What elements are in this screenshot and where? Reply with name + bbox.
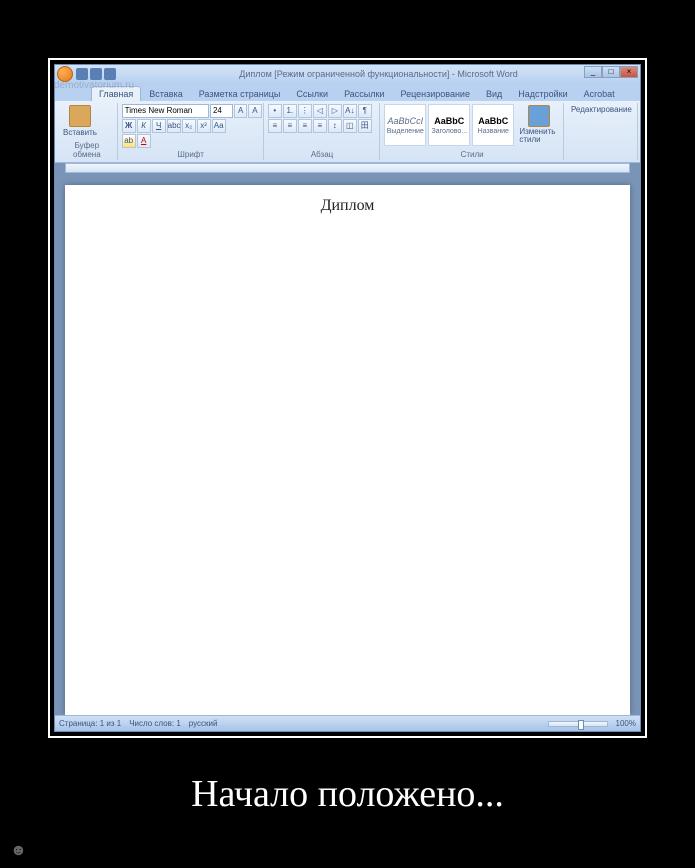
group-paragraph-label: Абзац — [268, 149, 377, 159]
document-page[interactable]: Диплом — [65, 185, 630, 715]
close-button[interactable]: × — [620, 66, 638, 78]
zoom-thumb[interactable] — [578, 720, 584, 730]
change-case-button[interactable]: Aa — [212, 119, 226, 133]
change-styles-icon — [528, 105, 550, 127]
minimize-button[interactable]: _ — [584, 66, 602, 78]
ribbon: Вставить Буфер обмена Times New Roman 24… — [55, 101, 640, 163]
subscript-button[interactable]: x₂ — [182, 119, 196, 133]
site-icon: ☻ — [10, 842, 27, 860]
tab-view[interactable]: Вид — [478, 86, 510, 101]
numbering-button[interactable]: 1. — [283, 104, 297, 118]
office-button[interactable] — [57, 66, 73, 82]
bullets-button[interactable]: • — [268, 104, 282, 118]
window-controls: _ □ × — [584, 66, 638, 78]
line-spacing-button[interactable]: ↕ — [328, 119, 342, 133]
group-clipboard: Вставить Буфер обмена — [57, 103, 118, 160]
status-words[interactable]: Число слов: 1 — [129, 719, 181, 728]
highlight-button[interactable]: ab — [122, 134, 136, 148]
maximize-button[interactable]: □ — [602, 66, 620, 78]
font-size-select[interactable]: 24 — [210, 104, 233, 118]
horizontal-ruler[interactable] — [65, 163, 630, 173]
italic-button[interactable]: К — [137, 119, 151, 133]
ribbon-tabs: Главная Вставка Разметка страницы Ссылки… — [55, 83, 640, 101]
multilevel-list-button[interactable]: ⋮ — [298, 104, 312, 118]
grow-font-button[interactable]: A — [234, 104, 247, 118]
group-editing-label — [568, 158, 634, 159]
tab-review[interactable]: Рецензирование — [392, 86, 478, 101]
font-family-select[interactable]: Times New Roman — [122, 104, 209, 118]
status-page[interactable]: Страница: 1 из 1 — [59, 719, 121, 728]
style-title[interactable]: AaBbC Название — [472, 104, 514, 146]
tab-references[interactable]: Ссылки — [288, 86, 336, 101]
align-right-button[interactable]: ≡ — [298, 119, 312, 133]
undo-icon[interactable] — [90, 68, 102, 80]
tab-addins[interactable]: Надстройки — [510, 86, 575, 101]
group-styles-label: Стили — [384, 149, 560, 159]
tab-home[interactable]: Главная — [91, 86, 141, 101]
quick-access-toolbar — [76, 68, 116, 80]
paste-label: Вставить — [63, 128, 97, 137]
align-left-button[interactable]: ≡ — [268, 119, 282, 133]
status-zoom[interactable]: 100% — [616, 719, 636, 728]
change-styles-label: Изменить стили — [519, 128, 559, 144]
style-preview: AaBbC — [478, 116, 508, 126]
statusbar: Страница: 1 из 1 Число слов: 1 русский 1… — [55, 715, 640, 731]
paste-button[interactable]: Вставить — [60, 104, 100, 138]
status-language[interactable]: русский — [189, 719, 218, 728]
tab-insert[interactable]: Вставка — [141, 86, 190, 101]
editing-label: Редактирование — [571, 105, 632, 114]
demotivator-frame: Диплом [Режим ограниченной функционально… — [48, 58, 647, 738]
strikethrough-button[interactable]: abc — [167, 119, 181, 133]
style-label: Заголово... — [431, 128, 467, 135]
group-styles: AaBbCcI Выделение AaBbC Заголово... AaBb… — [381, 103, 564, 160]
style-label: Выделение — [387, 128, 424, 135]
save-icon[interactable] — [76, 68, 88, 80]
style-preview: AaBbC — [434, 116, 464, 126]
titlebar: Диплом [Режим ограниченной функционально… — [55, 65, 640, 83]
paste-icon — [69, 105, 91, 127]
group-clipboard-label: Буфер обмена — [60, 140, 114, 159]
show-marks-button[interactable]: ¶ — [358, 104, 372, 118]
editing-button[interactable]: Редактирование — [568, 104, 635, 115]
word-window: Диплом [Режим ограниченной функционально… — [54, 64, 641, 732]
style-heading[interactable]: AaBbC Заголово... — [428, 104, 470, 146]
group-font: Times New Roman 24 A A Ж К Ч abc x₂ x² — [119, 103, 264, 160]
increase-indent-button[interactable]: ▷ — [328, 104, 342, 118]
group-paragraph: • 1. ⋮ ◁ ▷ A↓ ¶ ≡ ≡ ≡ ≡ — [265, 103, 381, 160]
align-center-button[interactable]: ≡ — [283, 119, 297, 133]
tab-acrobat[interactable]: Acrobat — [576, 86, 623, 101]
group-font-label: Шрифт — [122, 149, 260, 159]
borders-button[interactable]: 田 — [358, 119, 372, 133]
superscript-button[interactable]: x² — [197, 119, 211, 133]
zoom-slider[interactable] — [548, 721, 608, 727]
style-emphasis[interactable]: AaBbCcI Выделение — [384, 104, 426, 146]
style-preview: AaBbCcI — [388, 116, 424, 126]
redo-icon[interactable] — [104, 68, 116, 80]
document-title-text: Диплом — [77, 197, 618, 215]
decrease-indent-button[interactable]: ◁ — [313, 104, 327, 118]
styles-gallery: AaBbCcI Выделение AaBbC Заголово... AaBb… — [384, 104, 514, 146]
shrink-font-button[interactable]: A — [248, 104, 261, 118]
style-label: Название — [478, 128, 509, 135]
demotivator-caption: Начало положено... — [0, 772, 695, 816]
window-title: Диплом [Режим ограниченной функционально… — [119, 69, 638, 79]
underline-button[interactable]: Ч — [152, 119, 166, 133]
tab-layout[interactable]: Разметка страницы — [191, 86, 289, 101]
justify-button[interactable]: ≡ — [313, 119, 327, 133]
sort-button[interactable]: A↓ — [343, 104, 357, 118]
shading-button[interactable]: ◫ — [343, 119, 357, 133]
group-editing: Редактирование — [565, 103, 638, 160]
document-area: Диплом — [55, 163, 640, 715]
bold-button[interactable]: Ж — [122, 119, 136, 133]
change-styles-button[interactable]: Изменить стили — [516, 104, 562, 145]
tab-mailings[interactable]: Рассылки — [336, 86, 392, 101]
font-color-button[interactable]: A — [137, 134, 151, 148]
